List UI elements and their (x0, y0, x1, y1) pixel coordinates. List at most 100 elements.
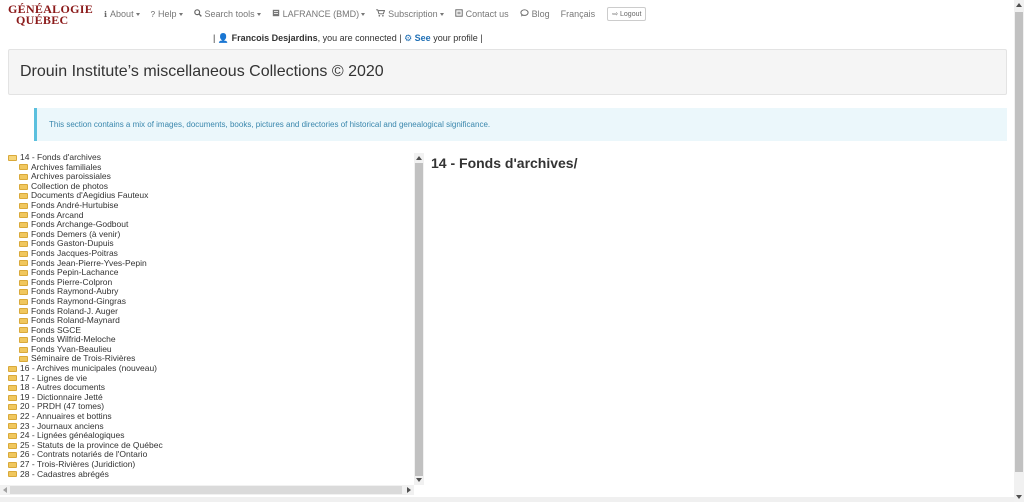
scroll-left-arrow[interactable] (3, 487, 7, 493)
folder-icon (8, 385, 17, 392)
question-icon: ? (150, 9, 156, 19)
nav-about[interactable]: ℹ About (104, 9, 140, 19)
cart-icon (376, 9, 386, 19)
folder-icon (19, 289, 28, 296)
caret-down-icon (178, 12, 183, 16)
folder-icon (8, 423, 17, 430)
nav-help[interactable]: ? Help (151, 9, 183, 19)
folder-icon (19, 356, 28, 363)
folder-icon (8, 452, 17, 459)
folder-path-title: 14 - Fonds d'archives/ (431, 155, 578, 171)
nav-menu: ℹ About ? Help Search tools LAFRANCE (BM… (104, 7, 647, 21)
page-title: Drouin Institute’s miscellaneous Collect… (20, 63, 384, 80)
logout-icon: ⇨ (612, 11, 619, 18)
logout-button[interactable]: ⇨ Logout (607, 7, 647, 21)
nav-help-label: Help (158, 9, 177, 19)
bottom-edge (0, 497, 1014, 502)
scroll-up-arrow[interactable] (1016, 3, 1022, 7)
nav-language-label: Français (560, 9, 596, 19)
folder-icon (19, 173, 28, 180)
nav-search-tools[interactable]: Search tools (193, 9, 261, 19)
nav-subscription-label: Subscription (388, 9, 438, 19)
folder-open-icon (8, 154, 17, 161)
folder-icon (8, 394, 17, 401)
folder-icon (19, 269, 28, 276)
profile-text: your profile (433, 33, 478, 43)
title-panel: Drouin Institute’s miscellaneous Collect… (8, 49, 1007, 95)
logo-line-2: QUÉBEC (16, 13, 69, 27)
folder-icon (19, 221, 28, 228)
scroll-down-arrow[interactable] (1016, 495, 1022, 499)
folder-icon (19, 346, 28, 353)
scroll-up-arrow[interactable] (416, 156, 422, 160)
see-profile-link[interactable]: See (415, 33, 431, 43)
nav-contact[interactable]: Contact us (454, 9, 509, 19)
folder-icon (19, 298, 28, 305)
nav-blog-label: Blog (531, 9, 550, 19)
gear-icon: ⚙ (404, 33, 413, 43)
search-icon (193, 9, 202, 19)
logout-label: Logout (620, 11, 642, 18)
folder-icon (19, 231, 28, 238)
folder-icon (19, 212, 28, 219)
separator: | (480, 33, 483, 43)
folder-icon (19, 279, 28, 286)
nav-lafrance[interactable]: LAFRANCE (BMD) (272, 9, 366, 19)
caret-down-icon (135, 12, 140, 16)
separator: | (399, 33, 402, 43)
collection-tree-panel: 14 - Fonds d'archives Archives familiale… (0, 150, 424, 495)
nav-search-tools-label: Search tools (204, 9, 255, 19)
caret-down-icon (256, 12, 261, 16)
user-status-line: | 👤 Francois Desjardins, you are connect… (213, 33, 483, 44)
contact-icon (454, 9, 463, 19)
nav-about-label: About (110, 9, 134, 19)
nav-contact-label: Contact us (465, 9, 509, 19)
folder-icon (19, 164, 28, 171)
folder-icon (19, 250, 28, 257)
info-icon: ℹ (104, 9, 108, 19)
scroll-thumb[interactable] (415, 163, 423, 476)
user-icon: 👤 (217, 33, 230, 43)
database-icon (272, 9, 280, 19)
site-logo[interactable]: GÉNÉALOGIE QUÉBEC (8, 2, 94, 28)
folder-icon (19, 308, 28, 315)
folder-icon (8, 471, 17, 478)
tree-vertical-scrollbar[interactable] (414, 153, 424, 485)
folder-icon (19, 241, 28, 248)
folder-icon (8, 433, 17, 440)
scroll-thumb[interactable] (10, 486, 402, 494)
nav-subscription[interactable]: Subscription (376, 9, 444, 19)
folder-icon (19, 183, 28, 190)
nav-lafrance-label: LAFRANCE (BMD) (282, 9, 360, 19)
scroll-thumb[interactable] (1015, 12, 1023, 472)
folder-icon (19, 327, 28, 334)
caret-down-icon (361, 12, 366, 16)
folder-icon (8, 442, 17, 449)
top-navbar: GÉNÉALOGIE QUÉBEC ℹ About ? Help Search … (0, 0, 1024, 28)
info-text: This section contains a mix of images, d… (49, 120, 491, 129)
comment-icon (520, 9, 529, 19)
nav-language[interactable]: Français (561, 9, 596, 19)
caret-down-icon (439, 12, 444, 16)
tree-horizontal-scrollbar[interactable] (0, 485, 414, 495)
folder-icon (8, 404, 17, 411)
collection-tree: 14 - Fonds d'archives Archives familiale… (8, 152, 408, 480)
folder-icon (8, 365, 17, 372)
folder-icon (19, 260, 28, 267)
folder-icon (19, 317, 28, 324)
folder-icon (19, 193, 28, 200)
info-alert: This section contains a mix of images, d… (34, 108, 1007, 141)
scroll-down-arrow[interactable] (416, 478, 422, 482)
folder-icon (8, 461, 17, 468)
user-name: Francois Desjardins (231, 33, 318, 43)
folder-icon (8, 413, 17, 420)
page-scrollbar[interactable] (1014, 0, 1024, 502)
folder-icon (19, 337, 28, 344)
scroll-right-arrow[interactable] (407, 487, 411, 493)
tree-node-label: 28 - Cadastres abrégés (20, 468, 109, 479)
connected-text: , you are connected (317, 33, 397, 43)
tree-node[interactable]: 28 - Cadastres abrégés (8, 468, 408, 480)
nav-blog[interactable]: Blog (520, 9, 550, 19)
folder-icon (19, 202, 28, 209)
folder-icon (8, 375, 17, 382)
